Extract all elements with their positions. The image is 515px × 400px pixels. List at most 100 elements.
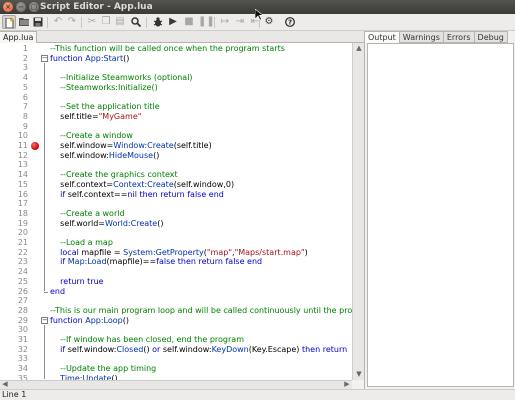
cut-icon[interactable]: ✂: [85, 15, 99, 29]
line-number: 5: [22, 82, 28, 92]
line-number-gutter[interactable]: 1 2 3 4 5 6 7 8 9 10 11 12 13 14 15 16 17 18 19 20 21 22 23 24 2…: [0, 43, 40, 380]
code-line[interactable]: end: [50, 287, 352, 297]
code-line[interactable]: if self.context==nil then return false e…: [50, 190, 352, 200]
code-line[interactable]: --Set the application title: [50, 102, 352, 112]
code-line[interactable]: function App:Start(): [50, 54, 352, 64]
code-line[interactable]: self.title="MyGame": [50, 112, 352, 122]
status-bar: Line 1: [0, 389, 515, 400]
line-number: 7: [22, 102, 28, 112]
code-line[interactable]: --Create the graphics context: [50, 170, 352, 180]
code-editor[interactable]: 1 2 3 4 5 6 7 8 9 10 11 12 13 14 15 16 17 18 19 20 21 22 23 24 2…: [0, 43, 352, 380]
code-token: App:Loop: [85, 315, 123, 325]
code-line[interactable]: if self.window:Closed() or self.window:K…: [50, 345, 352, 355]
code-token: self.title=: [50, 111, 99, 121]
code-token: (mapfile)==: [106, 257, 157, 267]
code-token: function: [50, 53, 86, 63]
code-token: --Set the application title: [50, 102, 160, 112]
code-token: local: [50, 247, 82, 257]
scroll-right-arrow-icon[interactable]: ▶: [342, 380, 352, 389]
code-token: (): [153, 150, 160, 160]
tab-output[interactable]: Output: [365, 31, 400, 43]
line-number: 14: [17, 170, 28, 180]
paste-icon[interactable]: ▤: [113, 15, 127, 29]
code-token: App:Start: [85, 53, 124, 63]
code-line[interactable]: --Create a world: [50, 209, 352, 219]
undo-icon[interactable]: ↶: [51, 15, 65, 29]
line-number: 24: [17, 267, 28, 277]
help-icon[interactable]: ?: [283, 15, 297, 29]
code-token: (): [122, 315, 129, 325]
maximize-window-button[interactable]: □: [29, 2, 39, 12]
scroll-left-arrow-icon[interactable]: ◀: [0, 380, 10, 389]
code-token: World:Create: [105, 218, 158, 228]
fold-toggle-icon[interactable]: −: [41, 316, 48, 324]
redo-icon[interactable]: ↷: [65, 15, 79, 29]
code-line[interactable]: --Steamworks:Initialize(): [50, 83, 352, 93]
minimize-window-button[interactable]: −: [16, 2, 26, 12]
tab-debug[interactable]: Debug: [474, 31, 508, 43]
code-line[interactable]: --If window has been closed, end the pro…: [50, 335, 352, 345]
run-icon[interactable]: ▶: [166, 15, 180, 29]
save-icon[interactable]: [31, 15, 45, 29]
code-token: "MyGame": [98, 111, 142, 121]
step-over-icon[interactable]: ↦: [218, 15, 232, 29]
code-line[interactable]: self.context=Context:Create(self.window,…: [50, 180, 352, 190]
code-token: if: [50, 189, 68, 199]
line-number: 19: [17, 218, 28, 228]
code-token: (self.window,0): [173, 179, 235, 189]
line-number: 16: [17, 189, 28, 199]
line-number: 20: [17, 228, 28, 238]
code-line[interactable]: --Update the app timing: [50, 364, 352, 374]
close-window-button[interactable]: ×: [3, 2, 13, 12]
code-line[interactable]: if Map:Load(mapfile)==false then return …: [50, 257, 352, 267]
code-token: function: [50, 315, 86, 325]
code-line[interactable]: self.window:HideMouse(): [50, 151, 352, 161]
debug-bug-icon[interactable]: [151, 15, 165, 29]
tab-app-lua[interactable]: App.lua: [0, 31, 38, 43]
code-line[interactable]: return true: [50, 277, 352, 287]
tab-warnings[interactable]: Warnings: [399, 31, 444, 43]
code-line[interactable]: --This is our main program loop and will…: [50, 306, 352, 316]
code-token: --This function will be called once when…: [50, 44, 285, 53]
line-number: 22: [17, 247, 28, 257]
code-line[interactable]: --Initialize Steamworks (optional): [50, 73, 352, 83]
code-line[interactable]: function App:Loop(): [50, 316, 352, 326]
line-number: 12: [17, 150, 28, 160]
find-icon[interactable]: [129, 15, 143, 29]
copy-icon[interactable]: ❐: [99, 15, 113, 29]
pause-icon[interactable]: ❚❚: [198, 15, 215, 29]
output-panel-tabs: Output Warnings Errors Debug: [365, 31, 515, 43]
settings-gear-icon[interactable]: ⚙: [262, 15, 276, 29]
code-token: Context:Create: [113, 179, 174, 189]
code-line[interactable]: --Create a window: [50, 131, 352, 141]
code-token: --Load a map: [50, 238, 113, 247]
code-line[interactable]: self.window=Window:Create(self.title): [50, 141, 352, 151]
code-line[interactable]: self.world=World:Create(): [50, 219, 352, 229]
code-token: --Update the app timing: [50, 364, 157, 374]
code-token: nil then return false end: [127, 189, 224, 199]
step-in-icon[interactable]: ⇥: [233, 15, 247, 29]
code-token: return true: [50, 276, 104, 286]
open-folder-icon[interactable]: [17, 15, 31, 29]
fold-toggle-icon[interactable]: −: [41, 54, 48, 62]
stop-icon[interactable]: ■: [182, 15, 196, 29]
code-line[interactable]: --This function will be called once when…: [50, 44, 352, 54]
code-line[interactable]: local mapfile = System:GetProperty("map"…: [50, 248, 352, 258]
line-number: 33: [17, 354, 28, 364]
breakpoint-marker-icon[interactable]: [31, 142, 39, 150]
tab-errors[interactable]: Errors: [443, 31, 475, 43]
line-number: 23: [17, 257, 28, 267]
line-number: 31: [17, 335, 28, 344]
line-number: 8: [22, 111, 28, 121]
vertical-scrollbar[interactable]: ▲ ▼: [352, 43, 364, 380]
code-token: end: [50, 286, 66, 296]
code-line[interactable]: --Load a map: [50, 238, 352, 248]
horizontal-scrollbar[interactable]: ◀ ▶: [0, 380, 352, 389]
line-number: 34: [17, 364, 28, 374]
code-token: mapfile =: [81, 247, 124, 257]
code-token: self.window:: [50, 150, 109, 160]
code-token: --If window has been closed, end the pro…: [50, 335, 244, 344]
output-text-area[interactable]: [367, 43, 514, 387]
new-file-icon[interactable]: [2, 15, 16, 29]
code-token: false then return false end: [156, 257, 263, 267]
